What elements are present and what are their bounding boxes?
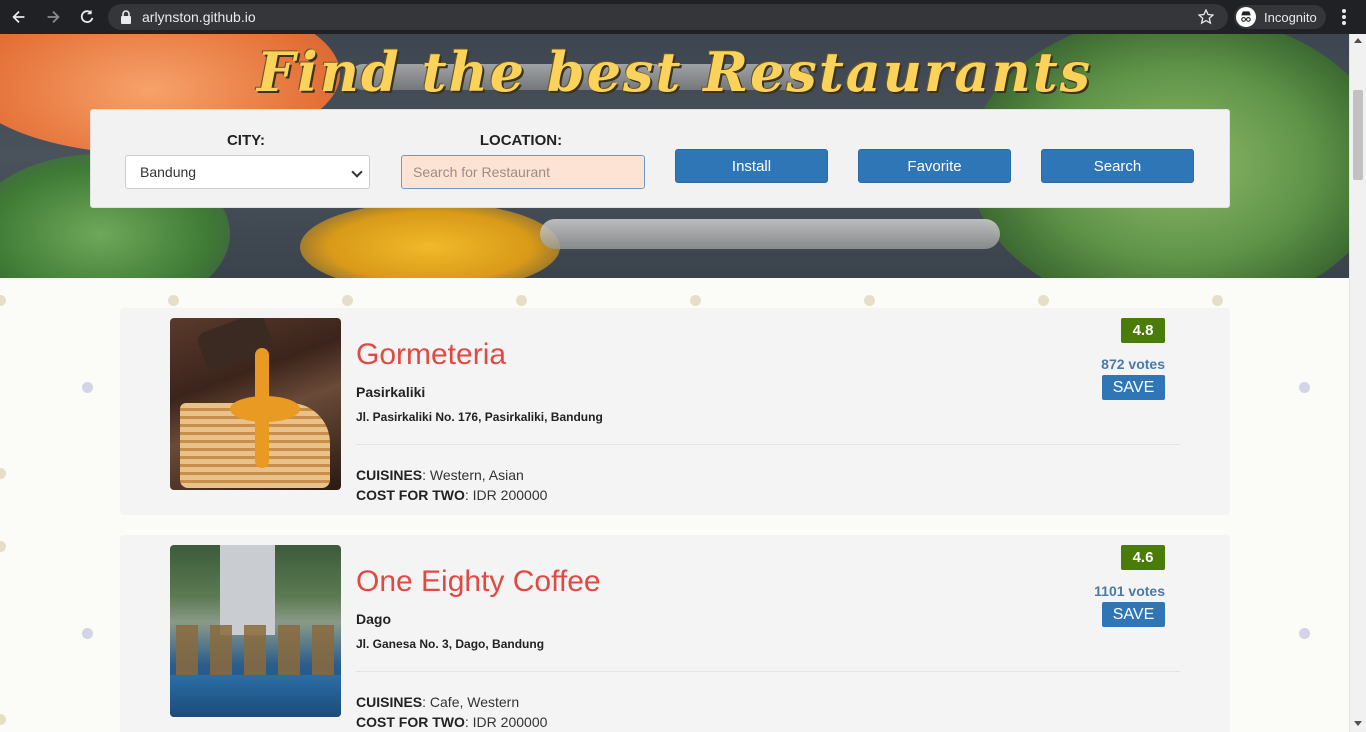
divider <box>356 671 1180 672</box>
incognito-badge[interactable]: Incognito <box>1234 5 1326 29</box>
install-button[interactable]: Install <box>675 149 828 183</box>
decor-dot <box>1299 628 1310 639</box>
decor-dot <box>82 382 93 393</box>
cost-value: : IDR 200000 <box>464 714 548 730</box>
location-search-input[interactable] <box>401 155 645 189</box>
save-button[interactable]: SAVE <box>1102 602 1165 627</box>
back-button[interactable] <box>4 2 34 32</box>
incognito-label: Incognito <box>1264 9 1317 25</box>
scroll-down-arrow-icon[interactable] <box>1354 721 1362 726</box>
scrollbar-thumb[interactable] <box>1353 90 1363 180</box>
hero-banner: Find the best Restaurants CITY: Bandung … <box>0 34 1349 278</box>
restaurant-area: Dago <box>356 611 391 627</box>
decor-dot <box>1212 295 1223 306</box>
search-button[interactable]: Search <box>1041 149 1194 183</box>
reload-icon <box>80 9 94 23</box>
decor-dot <box>690 295 701 306</box>
cost-line: COST FOR TWO: IDR 200000 <box>356 487 547 503</box>
star-icon[interactable] <box>1198 9 1214 25</box>
restaurant-address: Jl. Ganesa No. 3, Dago, Bandung <box>356 637 545 651</box>
address-bar[interactable]: arlynston.github.io <box>108 4 1228 30</box>
page-title: Find the best Restaurants <box>256 40 1093 104</box>
restaurant-image <box>170 318 341 490</box>
decor-dot <box>516 295 527 306</box>
url-text: arlynston.github.io <box>142 9 256 25</box>
arrow-left-icon <box>12 10 25 24</box>
restaurant-card: One Eighty Coffee Dago Jl. Ganesa No. 3,… <box>120 535 1230 732</box>
restaurant-area: Pasirkaliki <box>356 384 426 400</box>
more-vert-icon[interactable] <box>1336 7 1352 27</box>
browser-toolbar: arlynston.github.io Incognito <box>0 0 1366 34</box>
hero-spoon-decor-2 <box>540 219 1000 249</box>
restaurant-image <box>170 545 341 717</box>
decor-dot <box>168 295 179 306</box>
restaurant-card: Gormeteria Pasirkaliki Jl. Pasirkaliki N… <box>120 308 1230 515</box>
divider <box>356 444 1180 445</box>
city-select[interactable]: Bandung <box>125 155 370 189</box>
incognito-icon <box>1236 7 1256 27</box>
page-scrollbar[interactable] <box>1349 34 1366 732</box>
cost-value: : IDR 200000 <box>464 487 548 503</box>
decor-dot <box>1038 295 1049 306</box>
decor-dot <box>82 628 93 639</box>
lock-icon <box>121 10 131 24</box>
decor-dot <box>0 541 6 552</box>
votes-count: 1101 votes <box>1094 583 1165 599</box>
scroll-up-arrow-icon[interactable] <box>1354 38 1362 43</box>
decor-dot <box>864 295 875 306</box>
decor-dot <box>0 468 6 479</box>
votes-count: 872 votes <box>1101 356 1165 372</box>
cuisines-value: : Western, Asian <box>422 467 524 483</box>
cuisines-label: CUISINES <box>356 694 423 710</box>
cuisines-value: : Cafe, Western <box>422 694 520 710</box>
decor-dot <box>0 295 6 306</box>
cost-line: COST FOR TWO: IDR 200000 <box>356 714 547 730</box>
city-label: CITY: <box>226 132 266 149</box>
chevron-down-icon <box>351 166 363 178</box>
arrow-right-icon <box>47 10 60 24</box>
restaurant-address: Jl. Pasirkaliki No. 176, Pasirkaliki, Ba… <box>356 410 603 424</box>
cuisines-label: CUISINES <box>356 467 423 483</box>
search-panel: CITY: Bandung LOCATION: Install Favorite… <box>90 109 1230 208</box>
decor-dot <box>0 714 6 725</box>
forward-button[interactable] <box>38 2 68 32</box>
location-label: LOCATION: <box>479 132 563 149</box>
city-select-value: Bandung <box>140 164 197 180</box>
hero-spice-decor <box>300 202 560 278</box>
cuisines-line: CUISINES: Cafe, Western <box>356 694 519 710</box>
reload-button[interactable] <box>72 2 102 32</box>
cost-label: COST FOR TWO <box>356 714 465 730</box>
save-button[interactable]: SAVE <box>1102 375 1165 400</box>
cuisines-line: CUISINES: Western, Asian <box>356 467 524 483</box>
rating-badge: 4.8 <box>1121 318 1165 343</box>
restaurant-name[interactable]: One Eighty Coffee <box>356 565 601 599</box>
decor-dot <box>342 295 353 306</box>
restaurant-name[interactable]: Gormeteria <box>356 338 506 372</box>
cost-label: COST FOR TWO <box>356 487 465 503</box>
rating-badge: 4.6 <box>1121 545 1165 570</box>
decor-dot <box>1299 382 1310 393</box>
favorite-button[interactable]: Favorite <box>858 149 1011 183</box>
